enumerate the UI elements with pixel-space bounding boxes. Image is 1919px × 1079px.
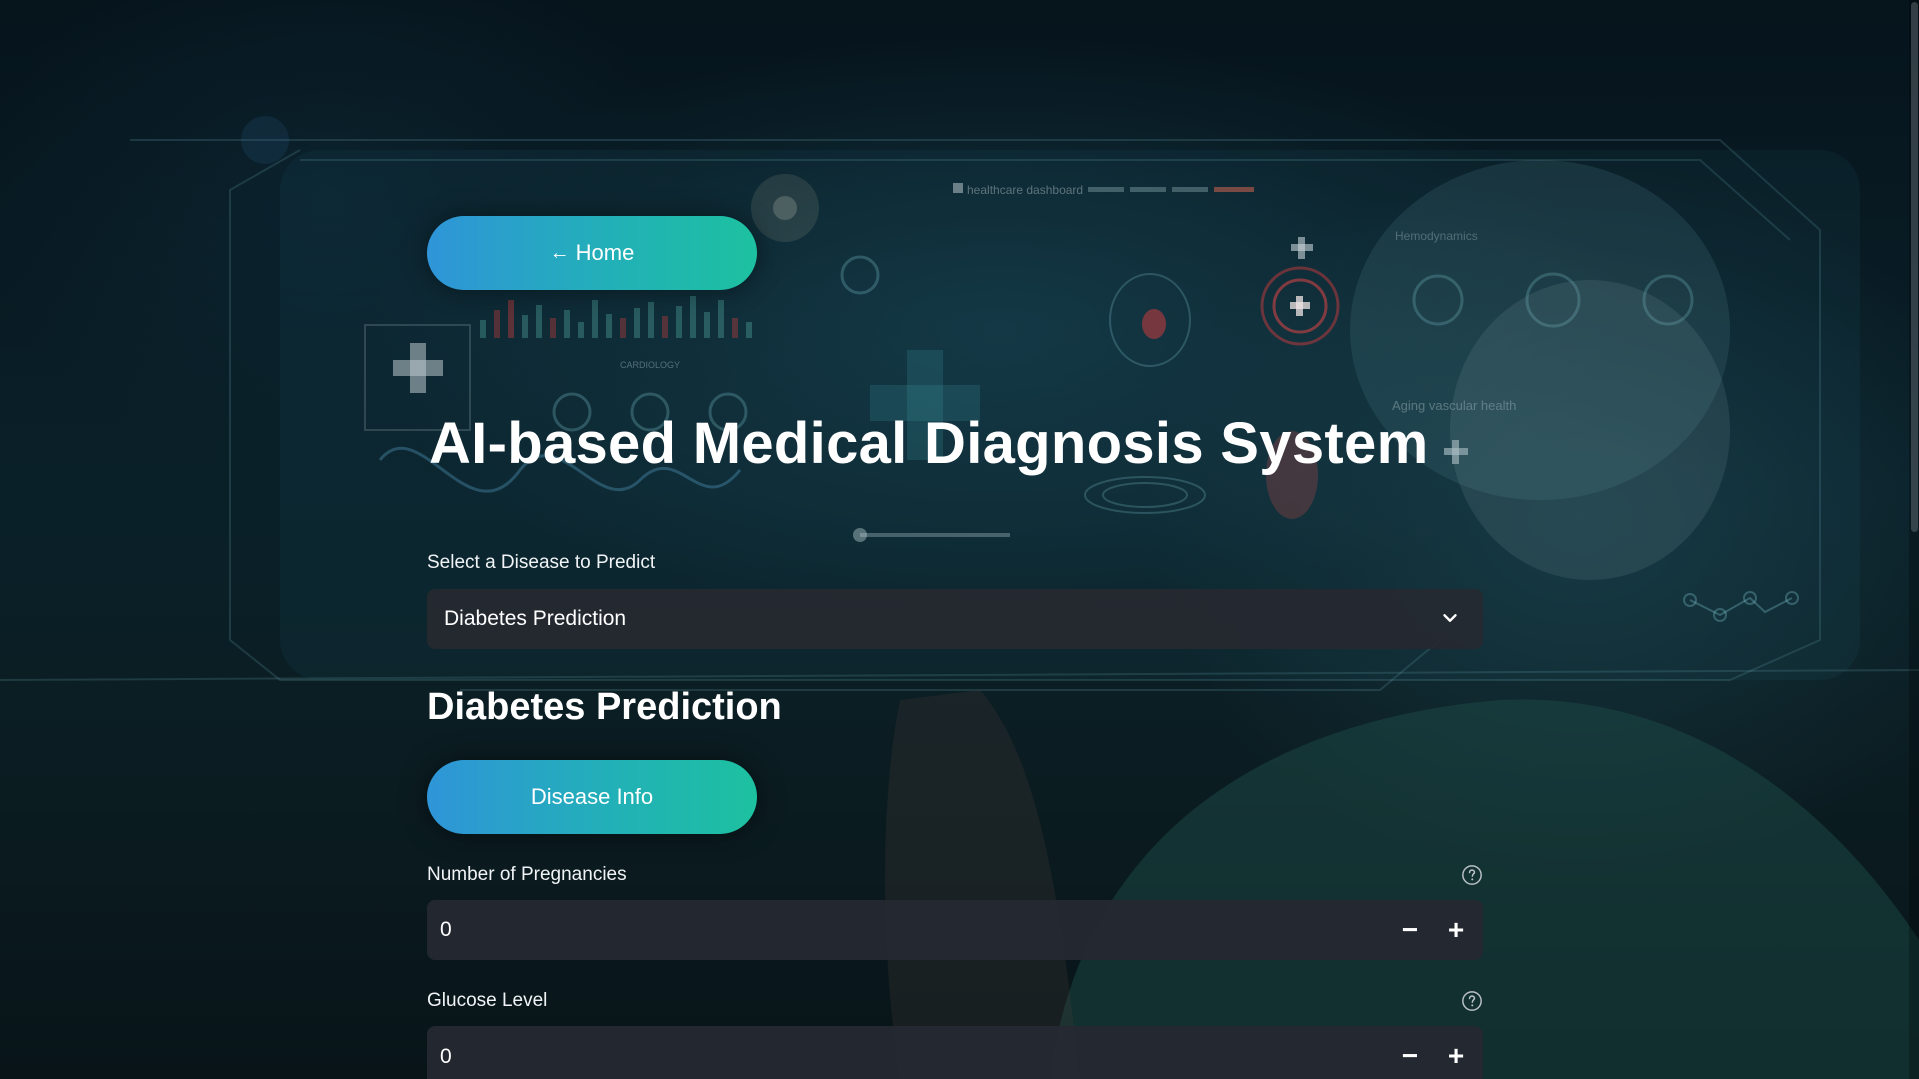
section-heading: Diabetes Prediction	[427, 686, 782, 728]
scrollbar-thumb[interactable]	[1911, 2, 1918, 532]
arrow-left-icon: ←	[549, 241, 570, 264]
question-circle-icon[interactable]	[1461, 864, 1483, 886]
disease-select-label: Select a Disease to Predict	[427, 552, 656, 573]
pregnancies-number-input[interactable]: 0 − +	[427, 900, 1483, 960]
pregnancies-decrement-button[interactable]: −	[1387, 900, 1433, 960]
glucose-value[interactable]: 0	[440, 1045, 1483, 1069]
glucose-increment-button[interactable]: +	[1433, 1026, 1479, 1079]
chevron-down-icon	[1443, 614, 1457, 622]
disease-select-value: Diabetes Prediction	[444, 607, 627, 630]
pregnancies-increment-button[interactable]: +	[1433, 900, 1479, 960]
question-circle-icon[interactable]	[1461, 990, 1483, 1012]
disease-select[interactable]: Diabetes Prediction	[427, 589, 1483, 649]
glucose-number-input[interactable]: 0 − +	[427, 1026, 1483, 1079]
svg-text:CARDIOLOGY: CARDIOLOGY	[620, 360, 680, 370]
glucose-decrement-button[interactable]: −	[1387, 1026, 1433, 1079]
glucose-label: Glucose Level	[427, 990, 548, 1011]
page-title: AI-based Medical Diagnosis System	[429, 411, 1429, 476]
home-button[interactable]: ← Home	[427, 216, 757, 290]
disease-info-button-label: Disease Info	[530, 784, 654, 809]
pregnancies-label: Number of Pregnancies	[427, 864, 627, 885]
pregnancies-value[interactable]: 0	[440, 918, 1483, 942]
svg-text:healthcare dashboard: healthcare dashboard	[967, 183, 1083, 197]
app-stage: healthcare dashboard CARDIOLOGY ← Home A…	[0, 0, 1919, 1079]
home-button-label: Home	[575, 240, 635, 265]
disease-info-button[interactable]: Disease Info	[427, 760, 757, 834]
page-scrollbar[interactable]	[1909, 0, 1919, 1079]
